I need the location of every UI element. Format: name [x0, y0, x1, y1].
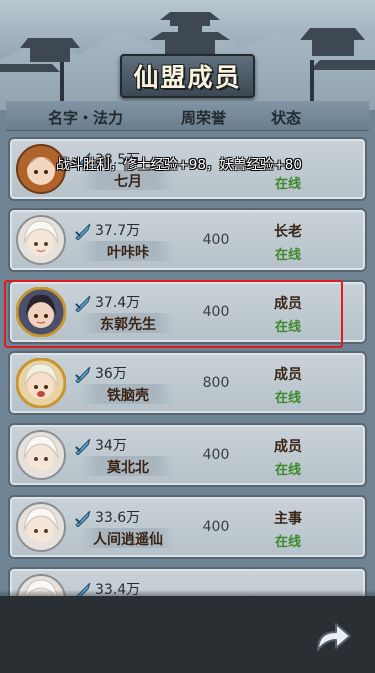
member-row[interactable]: 34万 莫北北 400 成员 在线 — [8, 423, 367, 487]
table-header: 名字・法力 周荣誉 状态 — [6, 101, 369, 131]
member-role: 成员 — [274, 296, 302, 312]
dark-hair-dragon-frame-icon — [16, 287, 66, 337]
member-name: 七月 — [114, 174, 142, 190]
member-role: 成员 — [274, 367, 302, 383]
member-honor: 800 — [202, 375, 230, 391]
white-hair-icon — [16, 502, 66, 552]
member-row[interactable]: 37.7万 叶咔咔 400 长老 在线 — [8, 208, 367, 272]
member-status: 在线 — [274, 177, 301, 192]
member-name: 莫北北 — [107, 460, 149, 476]
return-arrow-icon — [317, 623, 351, 651]
member-row[interactable]: 33.6万 人间逍遥仙 400 主事 在线 — [8, 495, 367, 559]
member-name: 人间逍遥仙 — [93, 532, 163, 548]
member-role: 主事 — [274, 511, 302, 527]
member-power: 37.4万 — [95, 295, 141, 311]
member-role: 长老 — [274, 224, 302, 240]
member-honor: 400 — [202, 304, 230, 320]
page-title-text: 仙盟成员 — [133, 63, 242, 92]
page-title: 仙盟成员 — [120, 54, 255, 98]
member-power: 33.6万 — [95, 510, 141, 526]
member-name: 东郭先生 — [100, 317, 156, 333]
member-role: 成员 — [274, 439, 302, 455]
header-name-power: 名字・法力 — [48, 109, 124, 127]
sword-power-icon — [75, 510, 91, 527]
sword-power-icon — [75, 223, 91, 240]
member-status: 在线 — [274, 320, 301, 335]
white-hair-icon — [16, 215, 66, 265]
member-row[interactable]: 36万 铁脑壳 800 成员 在线 — [8, 351, 367, 415]
sword-power-icon — [75, 366, 91, 383]
member-list[interactable]: 38.5万 七月 在线 37.7万 叶咔咔 400 长老 在线 37.4万 东郭… — [0, 131, 375, 596]
member-power: 34万 — [95, 438, 127, 454]
white-hair-icon — [16, 430, 66, 480]
member-power: 37.7万 — [95, 223, 141, 239]
header-weekly-honor: 周荣誉 — [181, 109, 227, 127]
battle-result-toast: 战斗胜利，修士经验+98，妖兽经验+80 — [56, 157, 302, 173]
blonde-dragon-frame-icon — [16, 358, 66, 408]
header-status: 状态 — [271, 109, 302, 127]
back-button[interactable] — [308, 614, 354, 660]
member-name: 铁脑壳 — [107, 388, 149, 404]
member-honor: 400 — [202, 447, 230, 463]
member-power: 36万 — [95, 366, 127, 382]
sword-power-icon — [75, 438, 91, 455]
member-honor: 400 — [202, 519, 230, 535]
member-status: 在线 — [274, 535, 301, 550]
member-honor: 400 — [202, 232, 230, 248]
member-name: 叶咔咔 — [107, 245, 149, 261]
member-status: 在线 — [274, 248, 301, 263]
member-status: 在线 — [274, 463, 301, 478]
member-status: 在线 — [274, 391, 301, 406]
sword-power-icon — [75, 295, 91, 312]
member-row[interactable]: 37.4万 东郭先生 400 成员 在线 — [8, 280, 367, 344]
